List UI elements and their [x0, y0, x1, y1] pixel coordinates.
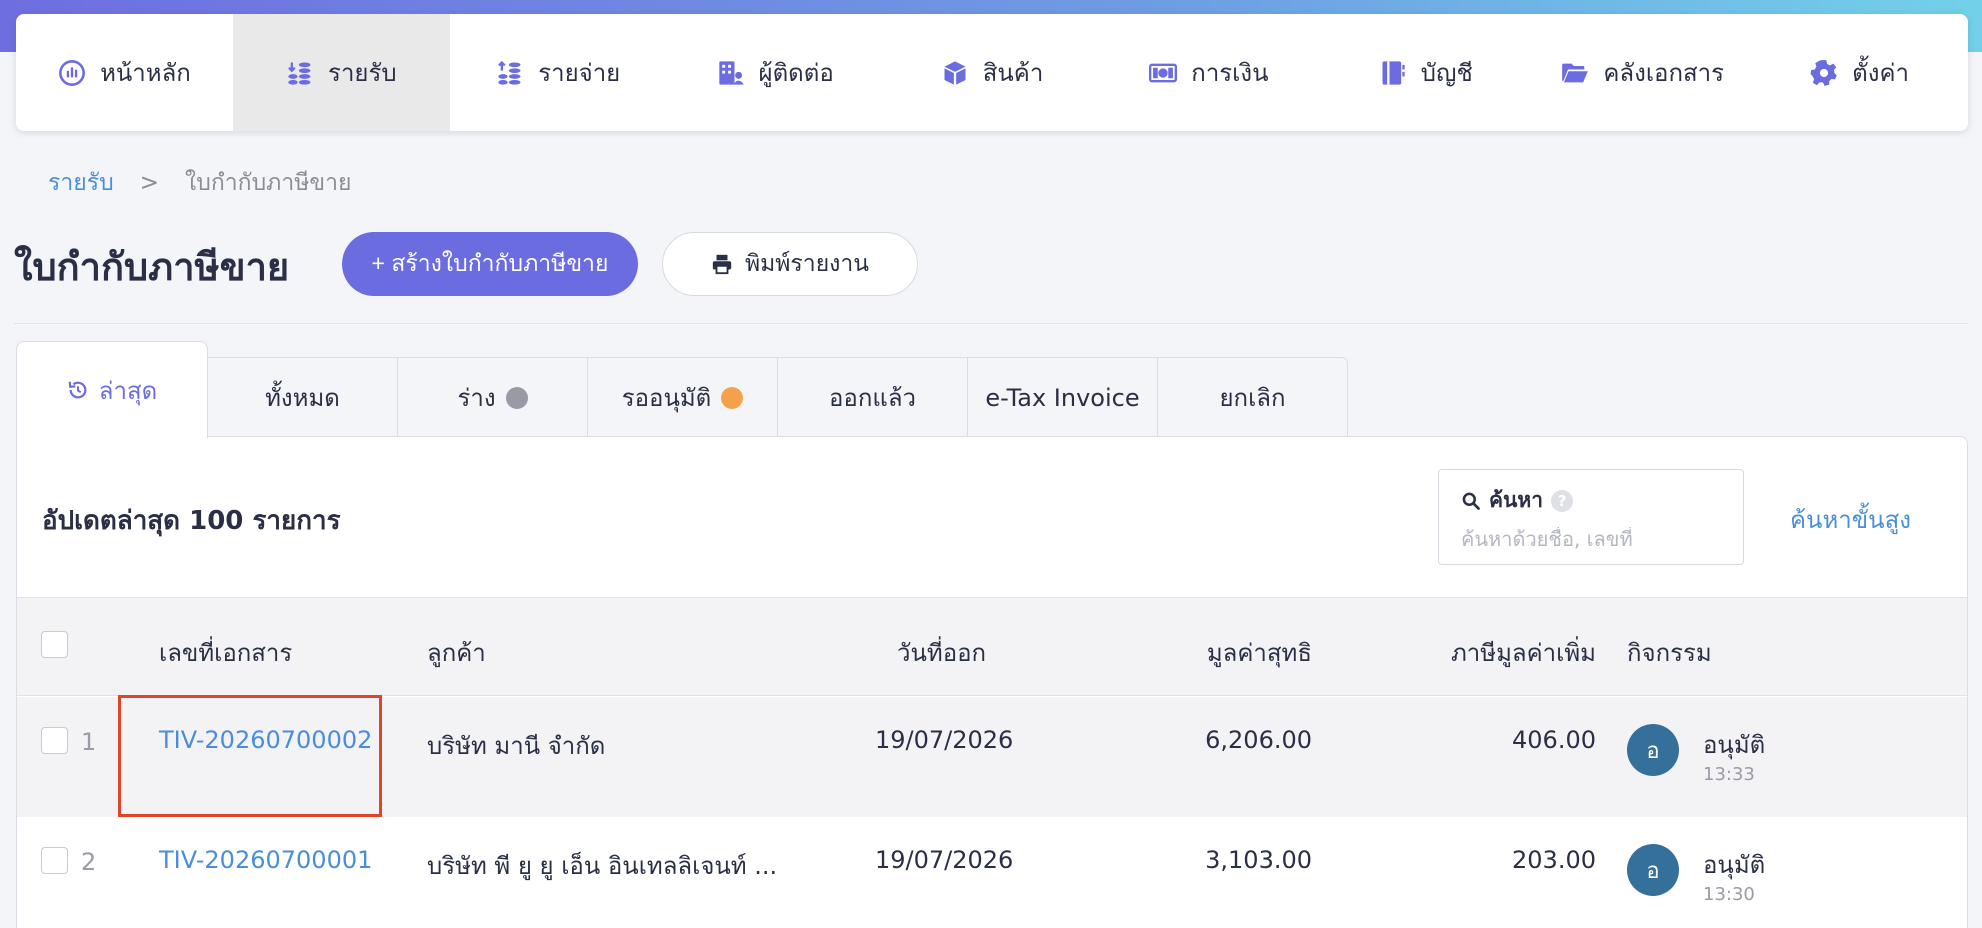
advanced-search-link[interactable]: ค้นหาขั้นสูง	[1790, 500, 1911, 539]
nav-item-contacts[interactable]: ผู้ติดต่อ	[667, 14, 884, 131]
vat-amount: 406.00	[1512, 726, 1596, 754]
nav-item-label: รายรับ	[328, 59, 397, 87]
tab-draft[interactable]: ร่าง	[397, 357, 588, 437]
avatar: อ	[1627, 724, 1679, 776]
column-header-issue-date[interactable]: วันที่ออก	[897, 633, 986, 672]
nav-item-label: ตั้งค่า	[1852, 59, 1909, 87]
activity-time: 13:33	[1703, 764, 1755, 785]
print-report-button[interactable]: พิมพ์รายงาน	[662, 232, 918, 296]
nav-item-settings[interactable]: ตั้งค่า	[1751, 14, 1968, 131]
column-header-doc-no[interactable]: เลขที่เอกสาร	[159, 633, 292, 672]
nav-item-home[interactable]: หน้าหลัก	[16, 14, 233, 131]
tab-latest[interactable]: ล่าสุด	[16, 341, 208, 438]
nav-item-label: สินค้า	[982, 59, 1044, 87]
tab-label: e-Tax Invoice	[985, 383, 1140, 412]
breadcrumb-parent[interactable]: รายรับ	[48, 165, 114, 201]
row-checkbox[interactable]	[41, 727, 68, 754]
header-divider	[14, 323, 1968, 324]
expense-icon	[498, 60, 521, 85]
table-header: เลขที่เอกสาร ลูกค้า วันที่ออก มูลค่าสุทธ…	[17, 597, 1967, 696]
help-icon[interactable]: ?	[1551, 489, 1574, 512]
table-row[interactable]: 1 TIV-20260700002 บริษัท มานี จำกัด 19/0…	[17, 697, 1967, 817]
create-tax-invoice-button[interactable]: + สร้างใบกำกับภาษีขาย	[342, 232, 638, 296]
page-title: ใบกำกับภาษีขาย	[14, 245, 290, 289]
table-row[interactable]: 2 TIV-20260700001 บริษัท พี ยู ยู เอ็น อ…	[17, 817, 1967, 928]
doc-number-link[interactable]: TIV-20260700001	[159, 846, 372, 874]
avatar: อ	[1627, 844, 1679, 896]
customer-name: บริษัท พี ยู ยู เอ็น อินเทลลิเจนท์ ...	[427, 852, 778, 880]
activity-time: 13:30	[1703, 884, 1755, 905]
history-icon	[68, 381, 87, 399]
customer-name: บริษัท มานี จำกัด	[427, 732, 606, 760]
breadcrumb-current: ใบกำกับภาษีขาย	[184, 170, 352, 196]
tab-etax-invoice[interactable]: e-Tax Invoice	[967, 357, 1158, 437]
search-box: ค้นหา ?	[1438, 469, 1744, 565]
net-amount: 6,206.00	[1205, 726, 1312, 754]
search-input[interactable]	[1461, 527, 1721, 551]
breadcrumb-separator: >	[139, 170, 159, 196]
contacts-icon	[718, 60, 744, 85]
list-title: อัปเดตล่าสุด 100 รายการ	[42, 506, 341, 536]
tab-all[interactable]: ทั้งหมด	[207, 357, 398, 437]
nav-item-products[interactable]: สินค้า	[884, 14, 1101, 131]
nav-item-accounts[interactable]: บัญชี	[1317, 14, 1534, 131]
tab-label: ล่าสุด	[98, 376, 158, 405]
tab-issued[interactable]: ออกแล้ว	[777, 357, 968, 437]
tab-label: รออนุมัติ	[621, 384, 712, 412]
nav-item-label: รายจ่าย	[538, 59, 621, 87]
tab-label: ร่าง	[457, 384, 496, 412]
nav-item-label: ผู้ติดต่อ	[758, 59, 834, 87]
box-icon	[944, 60, 966, 85]
select-all-checkbox[interactable]	[41, 631, 68, 658]
doc-number-link[interactable]: TIV-20260700002	[159, 726, 372, 754]
search-label: ค้นหา	[1489, 488, 1544, 512]
nav-item-documents[interactable]: คลังเอกสาร	[1534, 14, 1751, 131]
create-button-label: + สร้างใบกำกับภาษีขาย	[371, 250, 609, 276]
search-icon	[1462, 492, 1480, 510]
gear-icon	[1810, 59, 1837, 86]
awaiting-status-dot	[721, 386, 744, 409]
nav-item-finance[interactable]: การเงิน	[1100, 14, 1317, 131]
draft-status-dot	[505, 386, 528, 409]
nav-item-label: การเงิน	[1191, 59, 1269, 87]
issue-date: 19/07/2026	[875, 846, 1014, 874]
income-icon	[288, 62, 311, 85]
search-label-row: ค้นหา ?	[1461, 484, 1721, 517]
tab-label: ทั้งหมด	[265, 384, 340, 412]
tab-cancelled[interactable]: ยกเลิก	[1157, 357, 1348, 437]
printer-icon	[712, 254, 732, 275]
nav-item-label: บัญชี	[1420, 59, 1473, 87]
print-button-label: พิมพ์รายงาน	[744, 250, 870, 276]
nav-item-income[interactable]: รายรับ	[232, 14, 450, 131]
column-header-customer[interactable]: ลูกค้า	[427, 633, 486, 672]
money-icon	[1149, 63, 1178, 82]
activity-status: อนุมัติ	[1703, 731, 1766, 759]
nav-item-label: คลังเอกสาร	[1603, 59, 1724, 87]
main-nav: หน้าหลัก รายรับ รายจ่าย ผู้ติดต่อ สินค้า…	[16, 14, 1968, 131]
activity-status: อนุมัติ	[1703, 851, 1766, 879]
column-header-activity[interactable]: กิจกรรม	[1627, 633, 1712, 672]
net-amount: 3,103.00	[1205, 846, 1312, 874]
row-index: 1	[81, 728, 97, 756]
ledger-icon	[1382, 60, 1405, 85]
issue-date: 19/07/2026	[875, 726, 1014, 754]
column-header-net-amount[interactable]: มูลค่าสุทธิ	[1207, 633, 1312, 672]
tab-awaiting-approval[interactable]: รออนุมัติ	[587, 357, 778, 437]
tab-label: ออกแล้ว	[828, 384, 916, 412]
nav-item-label: หน้าหลัก	[100, 59, 191, 87]
vat-amount: 203.00	[1512, 846, 1596, 874]
row-checkbox[interactable]	[41, 847, 68, 874]
row-index: 2	[81, 848, 97, 876]
column-header-vat[interactable]: ภาษีมูลค่าเพิ่ม	[1451, 633, 1596, 672]
folder-icon	[1562, 63, 1589, 82]
nav-item-expense[interactable]: รายจ่าย	[450, 14, 667, 131]
dashboard-icon	[59, 59, 86, 86]
breadcrumb: รายรับ > ใบกำกับภาษีขาย	[48, 165, 352, 201]
tab-label: ยกเลิก	[1219, 384, 1286, 412]
